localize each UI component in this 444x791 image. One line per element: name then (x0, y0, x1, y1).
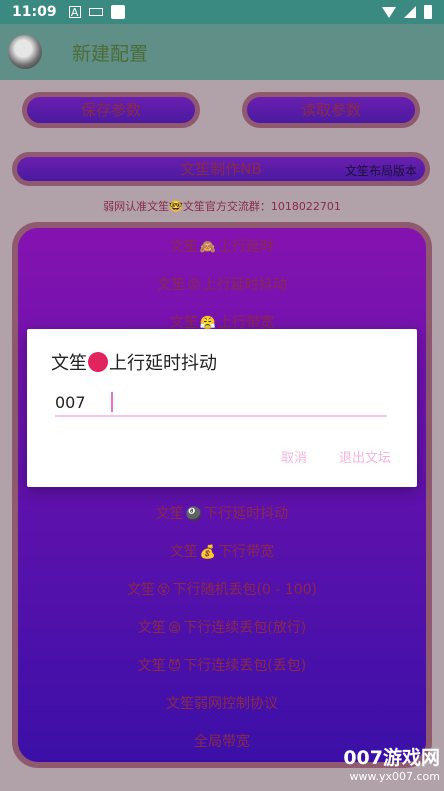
dialog-title-text: 上行延时抖动 (109, 353, 217, 374)
text-caret (111, 392, 113, 412)
value-input[interactable] (55, 389, 387, 417)
dialog-title: 文笙 上行延时抖动 (51, 349, 217, 375)
angry-face-icon (88, 352, 108, 372)
cancel-button[interactable]: 取消 (281, 447, 307, 466)
exit-button[interactable]: 退出文坛 (339, 447, 391, 466)
watermark-url: www.yx007.com (349, 770, 440, 783)
watermark-brand: 007游戏网 (343, 747, 440, 769)
site-watermark: 007游戏网 www.yx007.com (328, 743, 440, 787)
dialog-title-prefix: 文笙 (51, 353, 87, 374)
edit-dialog: 文笙 上行延时抖动 取消 退出文坛 (27, 329, 417, 487)
